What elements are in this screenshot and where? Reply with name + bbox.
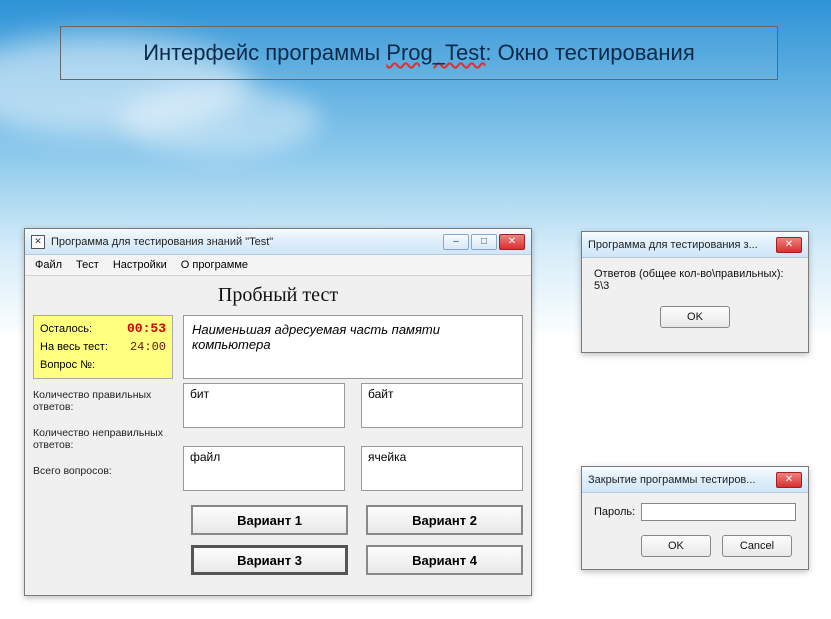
password-label: Пароль: [594, 506, 635, 518]
result-dialog: Программа для тестирования з... ✕ Ответо… [581, 231, 809, 353]
remain-label: Осталось: [40, 320, 92, 338]
titlebar[interactable]: ✕ Программа для тестирования знаний "Tes… [25, 229, 531, 255]
total-value: 24:00 [130, 338, 166, 356]
close-program-dialog: Закрытие программы тестиров... ✕ Пароль:… [581, 466, 809, 570]
variant-1-button[interactable]: Вариант 1 [191, 505, 348, 535]
menubar: Файл Тест Настройки О программе [25, 255, 531, 276]
window-title: Программа для тестирования з... [588, 239, 770, 251]
answer-option-4[interactable]: ячейка [361, 446, 523, 491]
test-program-window: ✕ Программа для тестирования знаний "Tes… [24, 228, 532, 596]
timer-panel: Осталось: 00:53 На весь тест: 24:00 Вопр… [33, 315, 173, 379]
window-title: Закрытие программы тестиров... [588, 474, 770, 486]
total-label: На весь тест: [40, 338, 108, 356]
slide-title-prog: Prog_Test [386, 40, 485, 65]
ok-button[interactable]: OK [660, 306, 730, 328]
total-count-label: Всего вопросов: [33, 465, 183, 477]
slide-title-suffix: : Окно тестирования [485, 40, 694, 65]
answer-option-2[interactable]: байт [361, 383, 523, 428]
answer-option-1[interactable]: бит [183, 383, 345, 428]
titlebar[interactable]: Программа для тестирования з... ✕ [582, 232, 808, 258]
stats-panel: Количество правильных ответов: Количеств… [33, 389, 183, 491]
minimize-button[interactable]: – [443, 234, 469, 250]
remain-value: 00:53 [127, 320, 166, 338]
variant-2-button[interactable]: Вариант 2 [366, 505, 523, 535]
window-title: Программа для тестирования знаний "Test" [51, 236, 437, 248]
close-button[interactable]: ✕ [776, 237, 802, 253]
answers-grid: бит байт файл ячейка [183, 383, 523, 491]
slide-title: Интерфейс программы Prog_Test: Окно тест… [60, 26, 778, 80]
page-title: Пробный тест [33, 284, 523, 307]
answer-option-3[interactable]: файл [183, 446, 345, 491]
titlebar[interactable]: Закрытие программы тестиров... ✕ [582, 467, 808, 493]
password-input[interactable] [641, 503, 796, 521]
cancel-button[interactable]: Cancel [722, 535, 792, 557]
app-icon: ✕ [31, 235, 45, 249]
correct-count-label: Количество правильных ответов: [33, 389, 183, 413]
variant-3-button[interactable]: Вариант 3 [191, 545, 348, 575]
result-text-line1: Ответов (общее кол-во\правильных): [594, 268, 796, 280]
variant-buttons: Вариант 1 Вариант 2 Вариант 3 Вариант 4 [191, 505, 523, 575]
variant-4-button[interactable]: Вариант 4 [366, 545, 523, 575]
close-button[interactable]: ✕ [776, 472, 802, 488]
ok-button[interactable]: OK [641, 535, 711, 557]
maximize-button[interactable]: □ [471, 234, 497, 250]
menu-about[interactable]: О программе [175, 257, 254, 273]
menu-file[interactable]: Файл [29, 257, 68, 273]
close-button[interactable]: ✕ [499, 234, 525, 250]
wrong-count-label: Количество неправильных ответов: [33, 427, 183, 451]
question-num-label: Вопрос №: [40, 356, 95, 374]
menu-settings[interactable]: Настройки [107, 257, 173, 273]
slide-title-prefix: Интерфейс программы [143, 40, 386, 65]
result-text-line2: 5\3 [594, 280, 796, 292]
cloud-decoration [120, 85, 320, 155]
menu-test[interactable]: Тест [70, 257, 105, 273]
question-text: Наименьшая адресуемая часть памяти компь… [183, 315, 523, 379]
